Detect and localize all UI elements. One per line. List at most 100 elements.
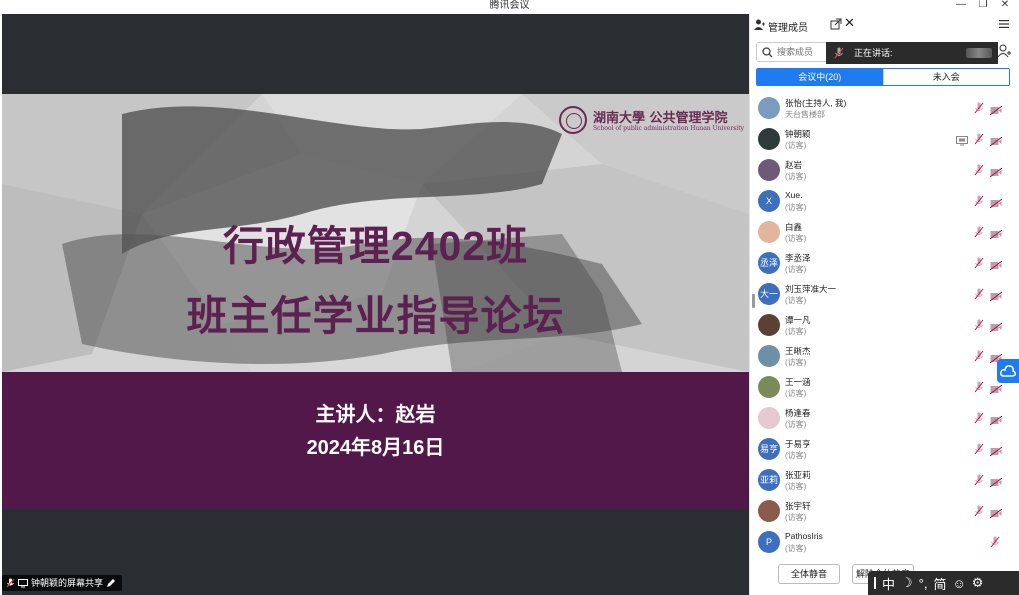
ime-mode[interactable]: 中 <box>882 574 895 593</box>
edit-icon[interactable] <box>106 578 116 588</box>
member-name: 张怡(主持人, 我) <box>785 98 847 108</box>
mic-muted-icon[interactable] <box>974 194 984 207</box>
invite-member-icon[interactable] <box>997 44 1011 58</box>
mic-muted-icon[interactable] <box>974 101 984 114</box>
avatar: P <box>758 531 780 553</box>
mic-muted-icon[interactable] <box>974 411 984 424</box>
member-role: (访客) <box>785 513 807 522</box>
member-row[interactable]: 丞泽 李丞泽 (访客) <box>750 249 1019 280</box>
moon-icon[interactable]: ☽ <box>901 575 913 591</box>
camera-off-icon[interactable] <box>989 288 1003 302</box>
logo-chinese-text: 湖南大學 公共管理学院 <box>593 111 728 126</box>
member-name: 杨逢春 <box>785 408 811 418</box>
ime-handle[interactable] <box>874 577 876 589</box>
ime-simplified[interactable]: 简 <box>933 574 946 593</box>
member-role: (访客) <box>785 327 807 336</box>
camera-off-icon[interactable] <box>989 350 1003 364</box>
member-role: (访客) <box>785 234 807 243</box>
member-row[interactable]: X Xue. (访客) <box>750 187 1019 218</box>
popout-icon[interactable] <box>830 18 842 30</box>
member-row[interactable]: 易亨 于易亨 (访客) <box>750 435 1019 466</box>
mute-all-button[interactable]: 全体静音 <box>778 564 840 584</box>
camera-off-icon[interactable] <box>989 195 1003 209</box>
member-tabs: 会议中(20) 未入会 <box>756 68 1010 86</box>
camera-off-icon[interactable] <box>989 412 1003 426</box>
member-name: 于易亨 <box>785 439 811 449</box>
member-panel: 管理成员 ✕ 正在讲话: 会议中(20) 未入会 张怡(主持人, 我) 天台售楼部… <box>749 14 1019 595</box>
close-button[interactable]: ✕ <box>995 0 1015 12</box>
camera-off-icon[interactable] <box>989 505 1003 519</box>
emoji-icon[interactable]: ☺ <box>953 576 966 591</box>
logo-english-text: School of public administration Hunan Un… <box>593 125 744 132</box>
screen-share-icon <box>18 578 28 587</box>
mic-muted-icon[interactable] <box>974 287 984 300</box>
camera-off-icon[interactable] <box>989 133 1003 147</box>
camera-off-icon[interactable] <box>989 164 1003 178</box>
mic-muted-icon[interactable] <box>974 163 984 176</box>
slide-speaker: 主讲人：赵岩 <box>315 404 436 426</box>
member-list: 张怡(主持人, 我) 天台售楼部 钟朝颖 (访客) 赵岩 (访客) X Xue. (访客) 白鑫 (… <box>750 94 1019 562</box>
university-logo: 湖南大學 公共管理学院 School of public administrat… <box>559 106 744 136</box>
panel-close-icon[interactable]: ✕ <box>844 16 855 30</box>
tab-in-meeting[interactable]: 会议中(20) <box>757 69 883 85</box>
slide-title-line2: 班主任学业指导论坛 <box>186 293 565 339</box>
camera-off-icon[interactable] <box>989 257 1003 271</box>
member-role: (访客) <box>785 141 807 150</box>
camera-off-icon[interactable] <box>989 443 1003 457</box>
mic-muted-icon[interactable] <box>974 473 984 486</box>
camera-off-icon[interactable] <box>989 474 1003 488</box>
avatar <box>758 500 780 522</box>
camera-off-icon[interactable] <box>989 102 1003 116</box>
avatar: X <box>758 190 780 212</box>
member-row[interactable]: 亚莉 张亚莉 (访客) <box>750 466 1019 497</box>
speaker-avatars <box>966 48 992 58</box>
user-icon <box>754 19 765 30</box>
minimize-button[interactable]: — <box>951 0 971 12</box>
ime-toolbar: 中 ☽ °, 简 ☺ ⚙ <box>868 571 1019 595</box>
menu-icon[interactable] <box>998 18 1010 30</box>
member-name: 王晰杰 <box>785 346 811 356</box>
member-search[interactable] <box>756 42 831 62</box>
member-role: (访客) <box>785 203 807 212</box>
restore-button[interactable]: ❐ <box>973 0 993 12</box>
mic-muted-icon[interactable] <box>974 225 984 238</box>
mic-muted-icon[interactable] <box>974 132 984 145</box>
camera-off-icon[interactable] <box>989 319 1003 333</box>
member-row[interactable]: 钟朝颖 (访客) <box>750 125 1019 156</box>
member-row[interactable]: 王一涵 (访客) <box>750 373 1019 404</box>
avatar: 丞泽 <box>758 252 780 274</box>
member-row[interactable]: 王晰杰 (访客) <box>750 342 1019 373</box>
settings-icon[interactable]: ⚙ <box>972 575 984 591</box>
mic-muted-icon[interactable] <box>974 380 984 393</box>
mic-muted-icon[interactable] <box>974 256 984 269</box>
tab-not-joined[interactable]: 未入会 <box>882 69 1009 85</box>
cloud-record-button[interactable] <box>997 359 1019 383</box>
avatar <box>758 345 780 367</box>
member-row[interactable]: 谭一凡 (访客) <box>750 311 1019 342</box>
member-name: 谭一凡 <box>785 315 811 325</box>
camera-off-icon[interactable] <box>989 226 1003 240</box>
mic-muted-icon[interactable] <box>990 535 1000 548</box>
mic-muted-icon[interactable] <box>974 349 984 362</box>
member-role: (访客) <box>785 544 807 553</box>
screen-share-icon <box>956 133 968 146</box>
member-row[interactable]: P PathosIris (访客) <box>750 528 1019 559</box>
member-row[interactable]: 张怡(主持人, 我) 天台售楼部 <box>750 94 1019 125</box>
panel-header: 管理成员 ✕ <box>750 14 1019 36</box>
member-role: 天台售楼部 <box>785 110 825 119</box>
punctuation-icon[interactable]: °, <box>919 576 928 591</box>
slide-title-line1: 行政管理2402班 <box>222 223 529 269</box>
mic-muted-icon[interactable] <box>974 504 984 517</box>
member-row[interactable]: 张宇轩 (访客) <box>750 497 1019 528</box>
mic-muted-icon[interactable] <box>974 442 984 455</box>
screen-share-area: 湖南大學 公共管理学院 School of public administrat… <box>2 14 749 595</box>
member-row[interactable]: 杨逢春 (访客) <box>750 404 1019 435</box>
search-input[interactable] <box>777 45 829 59</box>
avatar <box>758 407 780 429</box>
member-name: Xue. <box>785 190 803 200</box>
member-row[interactable]: 赵岩 (访客) <box>750 156 1019 187</box>
mic-muted-icon[interactable] <box>974 318 984 331</box>
member-row[interactable]: 大一 刘玉萍准大一 (访客) <box>750 280 1019 311</box>
shared-slide: 湖南大學 公共管理学院 School of public administrat… <box>2 94 749 509</box>
member-row[interactable]: 白鑫 (访客) <box>750 218 1019 249</box>
